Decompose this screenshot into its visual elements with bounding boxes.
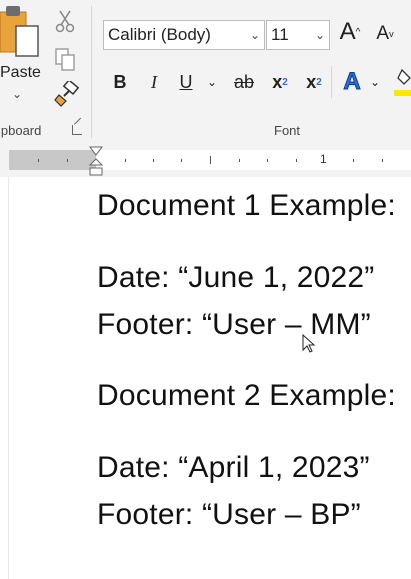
subscript-mark: 2 [282,76,288,88]
text-effects-icon: A [343,68,361,96]
chevron-down-icon: ⌄ [249,28,260,42]
document-line: Document 1 Example: [97,189,396,222]
text-effects-button[interactable]: A [340,68,364,96]
document-line: Document 2 Example: [97,379,396,412]
strikethrough-label: ab [233,71,255,92]
superscript-mark: 2 [316,76,322,88]
font-size-select[interactable]: 11 ⌄ [266,20,330,50]
ruler-tick [382,159,383,162]
ruler-tick [125,159,126,162]
clipboard-group-label: ipboard [0,123,42,138]
indent-marker-icon[interactable] [88,143,104,177]
ruler-tick [67,159,68,162]
font-size-value: 11 [271,25,289,44]
ruler-left-margin [9,150,96,170]
superscript-button[interactable]: x2 [302,68,326,96]
ruler-tick [181,159,182,162]
chevron-down-icon: ⌄ [369,75,381,89]
shrink-font-button[interactable]: Av [372,20,398,48]
chevron-down-icon: ⌄ [314,28,325,42]
dialog-launcher-icon[interactable] [72,125,82,135]
document-line: Date: “April 1, 2023” [97,451,370,484]
ruler-tick [210,156,211,164]
shrink-font-icon: A [376,23,390,44]
cut-button[interactable] [52,8,78,34]
paste-button[interactable]: Paste ⌄ [0,4,42,104]
document-line: Date: “June 1, 2022” [97,261,375,294]
italic-label: I [151,71,157,92]
mouse-cursor-icon [302,334,316,353]
ruler-tick [353,159,354,162]
ruler-number: 1 [320,152,327,166]
underline-dropdown[interactable]: ⌄ [203,68,221,96]
document-page[interactable]: Document 1 Example: Date: “June 1, 2022”… [0,177,411,579]
document-line: Footer: “User – BP” [97,498,361,531]
superscript-label: x [306,71,317,92]
copy-button[interactable] [52,46,78,74]
bold-label: B [113,71,127,92]
cut-icon [55,10,75,33]
ruler-tick [38,159,39,162]
document-line: Footer: “User – MM” [97,308,371,341]
text-effects-dropdown[interactable]: ⌄ [368,68,382,96]
font-family-value: Calibri (Body) [108,25,211,44]
ruler-tick [267,159,268,162]
chevron-down-icon[interactable]: ⌄ [12,87,22,101]
paste-icon [0,6,39,57]
page-edge [8,177,9,579]
copy-icon [55,48,75,71]
font-family-select[interactable]: Calibri (Body) ⌄ [103,20,265,50]
underline-button[interactable]: U [175,68,197,96]
ruler-tick [296,159,297,162]
ruler-tick [153,159,154,162]
underline-label: U [179,71,193,92]
highlight-icon [394,68,411,96]
font-group-label: Font [274,123,301,138]
ribbon: Paste ⌄ ipboard Calibri (Body) ⌄ 11 ⌄ A … [0,0,411,144]
horizontal-ruler[interactable]: 1 [0,143,411,177]
format-painter-icon [54,81,79,107]
paste-label: Paste [0,64,41,81]
highlight-button[interactable] [392,66,411,98]
italic-button[interactable]: I [142,68,166,96]
grow-font-icon: A [339,18,356,45]
group-divider [91,6,92,138]
format-painter-button[interactable] [52,80,80,108]
grow-font-button[interactable]: A ^ [336,18,364,46]
chevron-down-icon: ⌄ [206,75,218,89]
bold-button[interactable]: B [108,68,132,96]
ruler-tick [239,159,240,162]
subscript-label: x [272,71,283,92]
group-divider [331,66,332,98]
subscript-button[interactable]: x2 [268,68,292,96]
strikethrough-button[interactable]: ab [230,68,258,96]
